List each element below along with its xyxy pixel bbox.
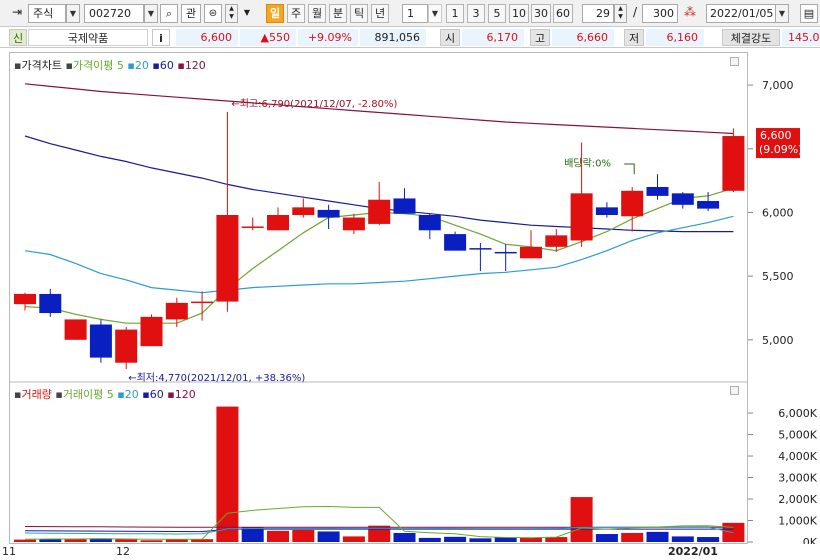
candle-body bbox=[444, 234, 467, 251]
volume-bar bbox=[393, 532, 416, 542]
volume-bar bbox=[14, 539, 36, 542]
price-y-tick-label: 7,000 bbox=[762, 79, 794, 92]
price-candles bbox=[14, 111, 745, 370]
candle-body bbox=[621, 190, 644, 217]
x-label-dec: 12 bbox=[116, 545, 130, 558]
volume-bar bbox=[292, 529, 315, 542]
candle-body bbox=[494, 251, 517, 254]
chart-canvas[interactable]: 7,0006,5006,0005,5005,0006,000K5,000K4,0… bbox=[0, 0, 820, 560]
candle-body bbox=[89, 324, 112, 358]
volume-bar bbox=[418, 537, 441, 542]
volume-y-tick-label: 4,000K bbox=[778, 450, 817, 463]
volume-bar bbox=[444, 536, 467, 542]
price-y-tick-label: 5,500 bbox=[762, 270, 794, 283]
candle-body bbox=[241, 226, 264, 228]
volume-bar bbox=[165, 539, 188, 542]
volume-legend: ▪거래량 ▪거래이평 5 ▪20 ▪60 ▪120 bbox=[14, 388, 196, 401]
candle-body bbox=[595, 207, 618, 215]
price-y-tick-label: 6,000 bbox=[762, 206, 794, 219]
volume-bar bbox=[570, 497, 593, 542]
candle-body bbox=[115, 329, 138, 363]
volume-bar bbox=[267, 530, 289, 542]
volume-ma120-label: 120 bbox=[174, 388, 196, 401]
candle-body bbox=[368, 199, 391, 224]
panel-close-icon[interactable] bbox=[730, 57, 739, 66]
panel-close-icon[interactable] bbox=[730, 386, 739, 395]
volume-bars bbox=[14, 406, 745, 542]
x-axis: 11 12 2022/01 bbox=[0, 544, 820, 560]
candle-body bbox=[671, 193, 694, 205]
candle-body bbox=[520, 246, 542, 259]
price-ma20-label: 20 bbox=[134, 59, 149, 72]
price-legend-title: 가격차트 bbox=[21, 59, 62, 72]
price-ma-label: 가격이평 bbox=[72, 59, 114, 72]
volume-bar bbox=[494, 537, 517, 542]
volume-ma20-label: 20 bbox=[124, 388, 139, 401]
volume-bar bbox=[646, 531, 669, 542]
price-ma20-series bbox=[24, 215, 734, 294]
volume-ma5-label: 5 bbox=[106, 388, 114, 401]
volume-y-tick-label: 1,000K bbox=[778, 515, 817, 528]
candle-body bbox=[165, 302, 188, 320]
price-ma5-label: 5 bbox=[116, 59, 124, 72]
volume-bar bbox=[469, 538, 492, 542]
candle-body bbox=[469, 248, 492, 250]
candle-body bbox=[342, 217, 365, 231]
volume-bar bbox=[621, 532, 644, 542]
volume-legend-title: 거래량 bbox=[21, 388, 52, 401]
volume-bar bbox=[317, 531, 340, 542]
candle-body bbox=[140, 316, 163, 347]
volume-bar bbox=[595, 534, 618, 542]
candle-body bbox=[64, 319, 87, 340]
candle-body bbox=[393, 198, 416, 214]
candle-body bbox=[191, 301, 214, 304]
candle-body bbox=[39, 293, 62, 314]
candle-body bbox=[216, 214, 239, 302]
candle-body bbox=[545, 235, 568, 247]
volume-y-tick-label: 6,000K bbox=[778, 407, 817, 420]
volume-ma-label: 거래이평 bbox=[62, 388, 104, 401]
candle-body bbox=[292, 207, 315, 215]
candle-body bbox=[646, 186, 669, 196]
x-label-jan: 2022/01 bbox=[668, 545, 718, 558]
price-ma60-label: 60 bbox=[159, 59, 174, 72]
price-y-tick-label: 5,000 bbox=[762, 334, 794, 347]
x-label-nov: 11 bbox=[2, 545, 16, 558]
candle-body bbox=[722, 136, 745, 191]
volume-bar bbox=[520, 537, 542, 542]
volume-bar bbox=[697, 537, 720, 542]
low-annotation: ←최저:4,770(2021/12/01, +38.36%) bbox=[128, 372, 305, 384]
candle-body bbox=[14, 293, 36, 305]
volume-y-tick-label: 3,000K bbox=[778, 472, 817, 485]
candle-body bbox=[570, 193, 593, 241]
high-annotation: ←최고:6,790(2021/12/07, -2.80%) bbox=[231, 98, 397, 110]
dividend-annotation: 배당락:0% bbox=[564, 158, 611, 170]
volume-y-tick-label: 2,000K bbox=[778, 493, 817, 506]
last-price-label: 6,600 bbox=[760, 129, 792, 142]
candle-body bbox=[697, 200, 720, 209]
last-pct-label: (9.09%) bbox=[759, 143, 803, 156]
price-ma20-line bbox=[24, 215, 734, 294]
candle-body bbox=[267, 214, 289, 231]
volume-bar bbox=[39, 539, 62, 542]
candle-body bbox=[418, 214, 441, 231]
volume-bar bbox=[671, 536, 694, 542]
volume-bar bbox=[545, 537, 568, 542]
price-ma120-label: 120 bbox=[184, 59, 206, 72]
candle-body bbox=[317, 209, 340, 218]
volume-bar bbox=[140, 540, 163, 542]
volume-y-tick-label: 5,000K bbox=[778, 429, 817, 442]
volume-ma60-label: 60 bbox=[149, 388, 164, 401]
price-legend: ▪가격차트 ▪가격이평 5 ▪20 ▪60 ▪120 bbox=[14, 59, 206, 72]
dividend-arrow bbox=[624, 163, 635, 175]
volume-bar bbox=[342, 536, 365, 542]
